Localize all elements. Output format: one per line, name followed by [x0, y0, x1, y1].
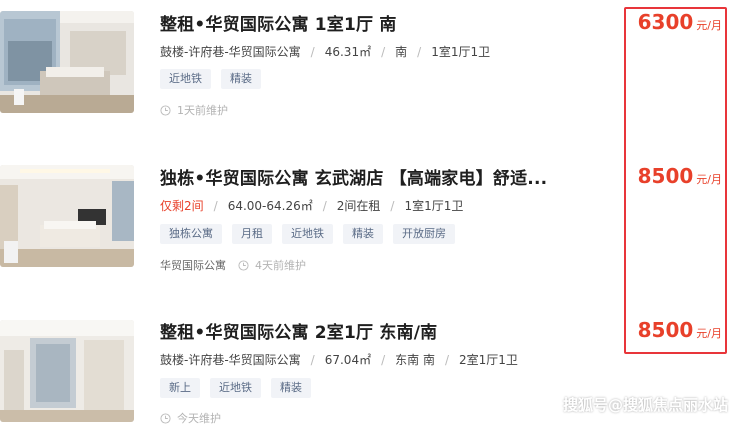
listing-3-location: 鼓楼-许府巷-华贸国际公寓	[160, 353, 301, 367]
separator: /	[310, 352, 315, 367]
listing-3-layout: 2室1厅1卫	[459, 353, 518, 367]
listing-3-footer: 今天维护	[160, 410, 221, 426]
watermark: 搜狐号@搜狐焦点丽水站	[562, 396, 728, 414]
tag: 近地铁	[210, 378, 261, 398]
separator: /	[444, 352, 449, 367]
listing-3-area: 67.04㎡	[324, 353, 372, 367]
listing-3-title[interactable]: 整租•华贸国际公寓 2室1厅 东南/南	[160, 318, 437, 343]
tag: 新上	[160, 378, 200, 398]
listing-3-meta: 鼓楼-许府巷-华贸国际公寓 / 67.04㎡ / 东南 南 / 2室1厅1卫	[160, 351, 518, 368]
tag: 精装	[271, 378, 311, 398]
listing-3-orientation: 东南 南	[395, 353, 435, 367]
clock-icon	[160, 412, 171, 424]
listing-3-tags: 新上 近地铁 精装	[160, 378, 311, 398]
separator: /	[381, 352, 386, 367]
price-highlight-box	[624, 7, 727, 354]
listing-3-photo[interactable]	[0, 320, 134, 422]
listing-3-updated: 今天维护	[177, 412, 221, 425]
